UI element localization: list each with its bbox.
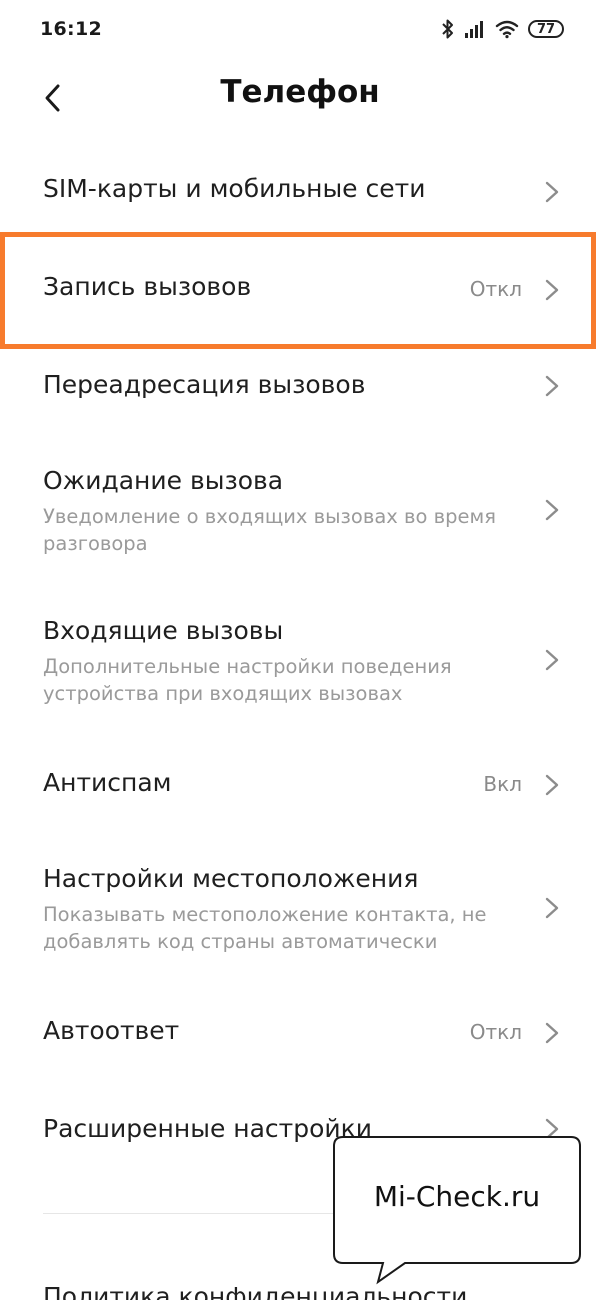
settings-item-title: Расширенные настройки: [43, 1114, 373, 1143]
chevron-right-icon: [545, 649, 559, 671]
settings-item-title: Настройки местоположения: [43, 864, 419, 893]
watermark-text: Mi-Check.ru: [373, 1180, 541, 1213]
settings-item-antispam[interactable]: Антиспам Вкл: [0, 744, 600, 828]
signal-icon: [464, 19, 486, 39]
settings-item-subtitle: Уведомление о входящих вызовах во время …: [43, 505, 496, 555]
header: Телефон: [0, 58, 600, 138]
chevron-right-icon: [545, 897, 559, 919]
page-title: Телефон: [220, 74, 380, 110]
bluetooth-icon: [441, 18, 455, 40]
highlight-frame: [0, 232, 596, 349]
settings-item-title: Входящие вызовы: [43, 616, 284, 645]
settings-item-title: Антиспам: [43, 768, 172, 797]
settings-item-subtitle: Дополнительные настройки поведения устро…: [43, 655, 452, 705]
settings-item-subtitle: Показывать местоположение контакта, не д…: [43, 903, 487, 953]
settings-item-incoming-calls[interactable]: Входящие вызовы Дополнительные настройки…: [0, 600, 600, 726]
settings-item-location[interactable]: Настройки местоположения Показывать мест…: [0, 848, 600, 974]
battery-level: 77: [536, 21, 556, 37]
settings-item-title: SIM-карты и мобильные сети: [43, 174, 426, 203]
settings-item-title: Ожидание вызова: [43, 466, 284, 495]
chevron-right-icon: [545, 499, 559, 521]
settings-item-value: Откл: [469, 1020, 522, 1044]
settings-item-call-forwarding[interactable]: Переадресация вызовов: [0, 346, 600, 430]
speech-bubble-shape: [333, 1136, 581, 1285]
battery-icon: 77: [528, 20, 564, 38]
settings-item-title: Переадресация вызовов: [43, 370, 366, 399]
chevron-right-icon: [545, 375, 559, 397]
chevron-right-icon: [545, 1022, 559, 1044]
settings-item-value: Вкл: [483, 772, 522, 796]
settings-item-sim[interactable]: SIM-карты и мобильные сети: [0, 150, 600, 234]
settings-item-autoanswer[interactable]: Автоответ Откл: [0, 990, 600, 1074]
chevron-right-icon: [545, 181, 559, 203]
settings-item-title: Автоответ: [43, 1016, 180, 1045]
status-time: 16:12: [40, 18, 102, 40]
watermark-bubble: Mi-Check.ru: [333, 1136, 581, 1285]
status-bar: 16:12 77: [0, 0, 600, 58]
wifi-icon: [495, 19, 519, 39]
status-icons: 77: [441, 16, 564, 42]
settings-item-call-waiting[interactable]: Ожидание вызова Уведомление о входящих в…: [0, 450, 600, 576]
chevron-right-icon: [545, 774, 559, 796]
